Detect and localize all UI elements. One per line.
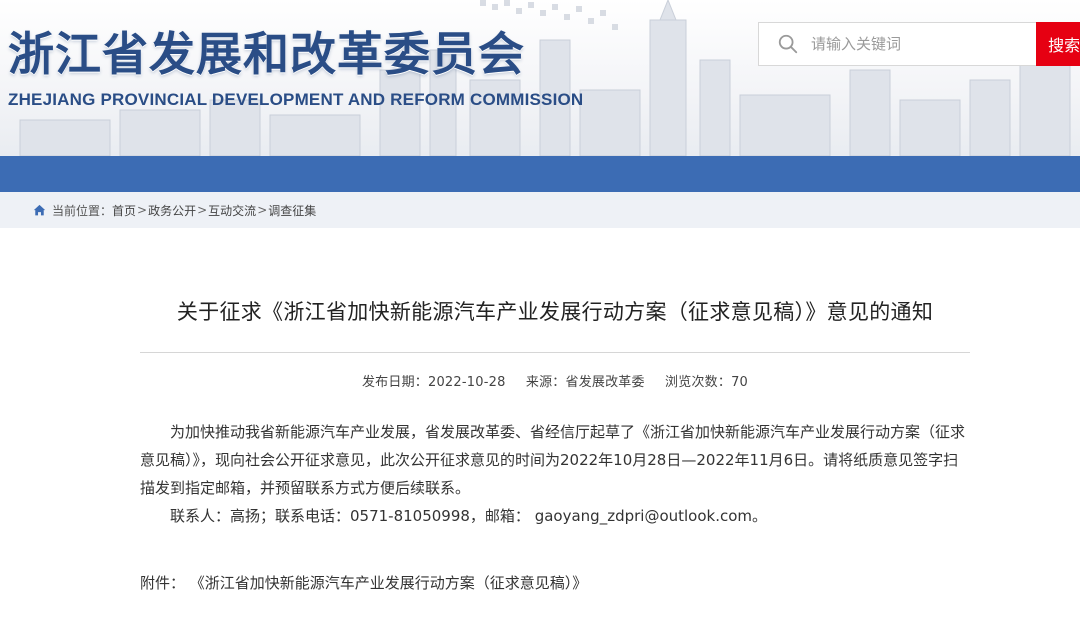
breadcrumb-home[interactable]: 首页 — [112, 202, 136, 219]
source-value: 省发展改革委 — [565, 375, 645, 390]
publish-date: 发布日期：2022-10-28 — [362, 375, 506, 390]
article: 关于征求《浙江省加快新能源汽车产业发展行动方案（征求意见稿）》意见的通知 发布日… — [140, 296, 970, 593]
contact-paragraph: 联系人：高扬；联系电话：0571-81050998，邮箱： gaoyang_zd… — [170, 507, 768, 525]
breadcrumb-separator: > — [137, 203, 148, 217]
source-label: 来源： — [525, 375, 566, 390]
publish-date-value: 2022-10-28 — [427, 375, 506, 390]
attachment-link[interactable]: 《浙江省加快新能源汽车产业发展行动方案（征求意见稿）》 — [190, 574, 588, 592]
breadcrumb-government-affairs[interactable]: 政务公开 — [148, 202, 196, 219]
article-source: 来源：省发展改革委 — [526, 375, 645, 390]
breadcrumb-survey[interactable]: 调查征集 — [268, 202, 316, 219]
home-icon — [33, 204, 46, 215]
breadcrumb: 当前位置： 首页 > 政务公开 > 互动交流 > 调查征集 — [0, 192, 1080, 228]
breadcrumb-prefix: 当前位置： — [52, 203, 113, 218]
site-subtitle: ZHEJIANG PROVINCIAL DEVELOPMENT AND REFO… — [8, 90, 584, 109]
view-count: 浏览次数：70 — [665, 375, 748, 390]
breadcrumb-separator: > — [197, 203, 208, 217]
breadcrumb-interaction[interactable]: 互动交流 — [208, 202, 256, 219]
main-nav-bar — [0, 156, 1080, 192]
article-title: 关于征求《浙江省加快新能源汽车产业发展行动方案（征求意见稿）》意见的通知 — [176, 300, 934, 324]
search-button[interactable]: 搜索 — [1036, 22, 1080, 66]
publish-date-label: 发布日期： — [361, 375, 428, 390]
article-meta: 发布日期：2022-10-28 来源：省发展改革委 浏览次数：70 — [140, 371, 970, 390]
site-title: 浙江省发展和改革委员会 — [8, 27, 525, 81]
body-paragraph: 为加快推动我省新能源汽车产业发展，省发展改革委、省经信厅起草了《浙江省加快新能源… — [140, 423, 966, 497]
article-body: 为加快推动我省新能源汽车产业发展，省发展改革委、省经信厅起草了《浙江省加快新能源… — [140, 418, 970, 530]
search-bar: 搜索 — [758, 22, 1080, 66]
attachment-label: 附件： — [140, 574, 186, 592]
search-icon — [778, 34, 798, 54]
search-input[interactable] — [811, 29, 1011, 59]
views-value: 70 — [731, 375, 749, 390]
views-label: 浏览次数： — [665, 375, 732, 390]
search-box[interactable] — [758, 22, 1037, 66]
attachment: 附件： 《浙江省加快新能源汽车产业发展行动方案（征求意见稿）》 — [140, 572, 970, 593]
breadcrumb-separator: > — [257, 203, 268, 217]
title-divider — [140, 352, 970, 353]
site-header: 浙江省发展和改革委员会 ZHEJIANG PROVINCIAL DEVELOPM… — [0, 0, 1080, 156]
